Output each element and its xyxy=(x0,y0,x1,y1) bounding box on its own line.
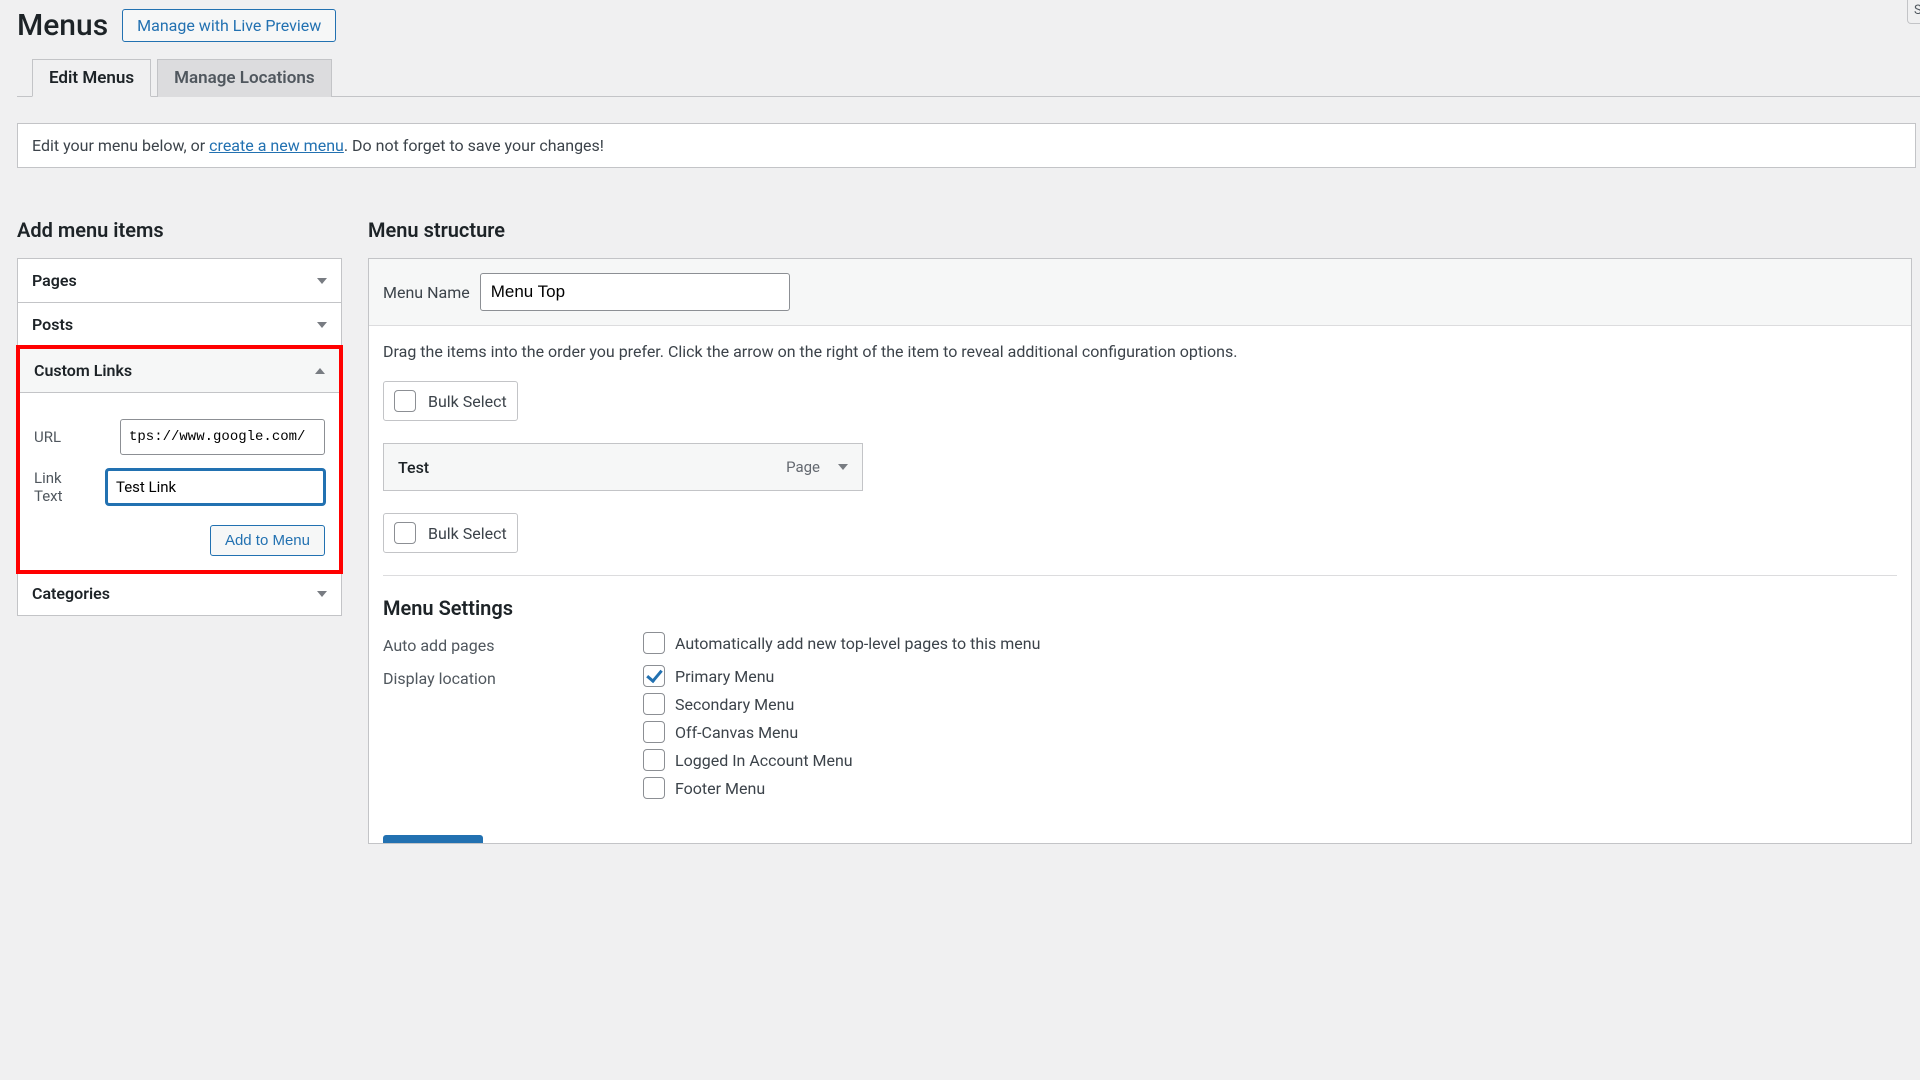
location-loggedin-checkbox[interactable] xyxy=(643,749,665,771)
location-footer-text: Footer Menu xyxy=(675,779,765,798)
menu-item-title: Test xyxy=(398,458,429,477)
manage-menus-notice: Edit your menu below, or create a new me… xyxy=(17,123,1916,168)
auto-add-pages-label: Auto add pages xyxy=(383,632,643,655)
location-loggedin-text: Logged In Account Menu xyxy=(675,751,853,770)
bulk-select-label: Bulk Select xyxy=(428,524,507,543)
location-offcanvas-text: Off-Canvas Menu xyxy=(675,723,798,742)
chevron-down-icon xyxy=(317,278,327,284)
add-menu-items-title: Add menu items xyxy=(17,218,342,242)
tab-edit-menus[interactable]: Edit Menus xyxy=(32,59,151,97)
tab-bar: Edit Menus Manage Locations xyxy=(17,59,1920,97)
bulk-select-checkbox-top[interactable] xyxy=(394,390,416,412)
panel-pages-label: Pages xyxy=(32,271,77,290)
location-primary-text: Primary Menu xyxy=(675,667,774,686)
panel-custom-links-label: Custom Links xyxy=(34,361,132,380)
screen-options-tab[interactable]: S xyxy=(1907,0,1920,24)
url-label: URL xyxy=(34,428,106,446)
notice-prefix: Edit your menu below, or xyxy=(32,136,209,155)
menu-edit-box: Menu Name Drag the items into the order … xyxy=(368,258,1912,844)
panel-pages[interactable]: Pages xyxy=(18,259,341,302)
panel-posts-label: Posts xyxy=(32,315,73,334)
add-items-accordion: Pages Posts Custom Links xyxy=(17,258,342,616)
menu-name-input[interactable] xyxy=(480,273,790,311)
tab-manage-locations[interactable]: Manage Locations xyxy=(157,59,331,97)
panel-categories[interactable]: Categories xyxy=(18,572,341,615)
location-primary-checkbox[interactable] xyxy=(643,665,665,687)
menu-settings-title: Menu Settings xyxy=(383,596,1897,620)
panel-custom-links[interactable]: Custom Links xyxy=(20,349,339,392)
auto-add-pages-text: Automatically add new top-level pages to… xyxy=(675,634,1040,653)
panel-posts[interactable]: Posts xyxy=(18,303,341,346)
menu-item[interactable]: Test Page xyxy=(383,443,863,491)
bulk-select-bottom[interactable]: Bulk Select xyxy=(383,513,518,553)
custom-links-body: URL Link Text Add to Menu xyxy=(20,393,339,570)
link-text-label: Link Text xyxy=(34,469,92,505)
location-footer-checkbox[interactable] xyxy=(643,777,665,799)
menu-structure-title: Menu structure xyxy=(368,218,1912,242)
chevron-down-icon[interactable] xyxy=(838,464,848,470)
custom-link-text-input[interactable] xyxy=(106,469,325,505)
display-location-label: Display location xyxy=(383,665,643,688)
divider xyxy=(383,575,1897,576)
add-to-menu-button[interactable]: Add to Menu xyxy=(210,525,325,556)
chevron-up-icon xyxy=(315,368,325,374)
bulk-select-label: Bulk Select xyxy=(428,392,507,411)
live-preview-button[interactable]: Manage with Live Preview xyxy=(122,9,336,42)
save-menu-button[interactable] xyxy=(383,835,483,843)
page-title: Menus xyxy=(17,8,108,43)
panel-categories-label: Categories xyxy=(32,584,110,603)
custom-link-url-input[interactable] xyxy=(120,419,325,455)
chevron-down-icon xyxy=(317,322,327,328)
location-secondary-checkbox[interactable] xyxy=(643,693,665,715)
notice-suffix: . Do not forget to save your changes! xyxy=(344,136,604,155)
bulk-select-top[interactable]: Bulk Select xyxy=(383,381,518,421)
menu-name-label: Menu Name xyxy=(383,283,470,302)
create-new-menu-link[interactable]: create a new menu xyxy=(209,136,344,155)
menu-item-type: Page xyxy=(786,458,820,476)
location-secondary-text: Secondary Menu xyxy=(675,695,794,714)
bulk-select-checkbox-bottom[interactable] xyxy=(394,522,416,544)
chevron-down-icon xyxy=(317,591,327,597)
auto-add-pages-checkbox[interactable] xyxy=(643,632,665,654)
drag-instructions: Drag the items into the order you prefer… xyxy=(383,342,1897,361)
location-offcanvas-checkbox[interactable] xyxy=(643,721,665,743)
